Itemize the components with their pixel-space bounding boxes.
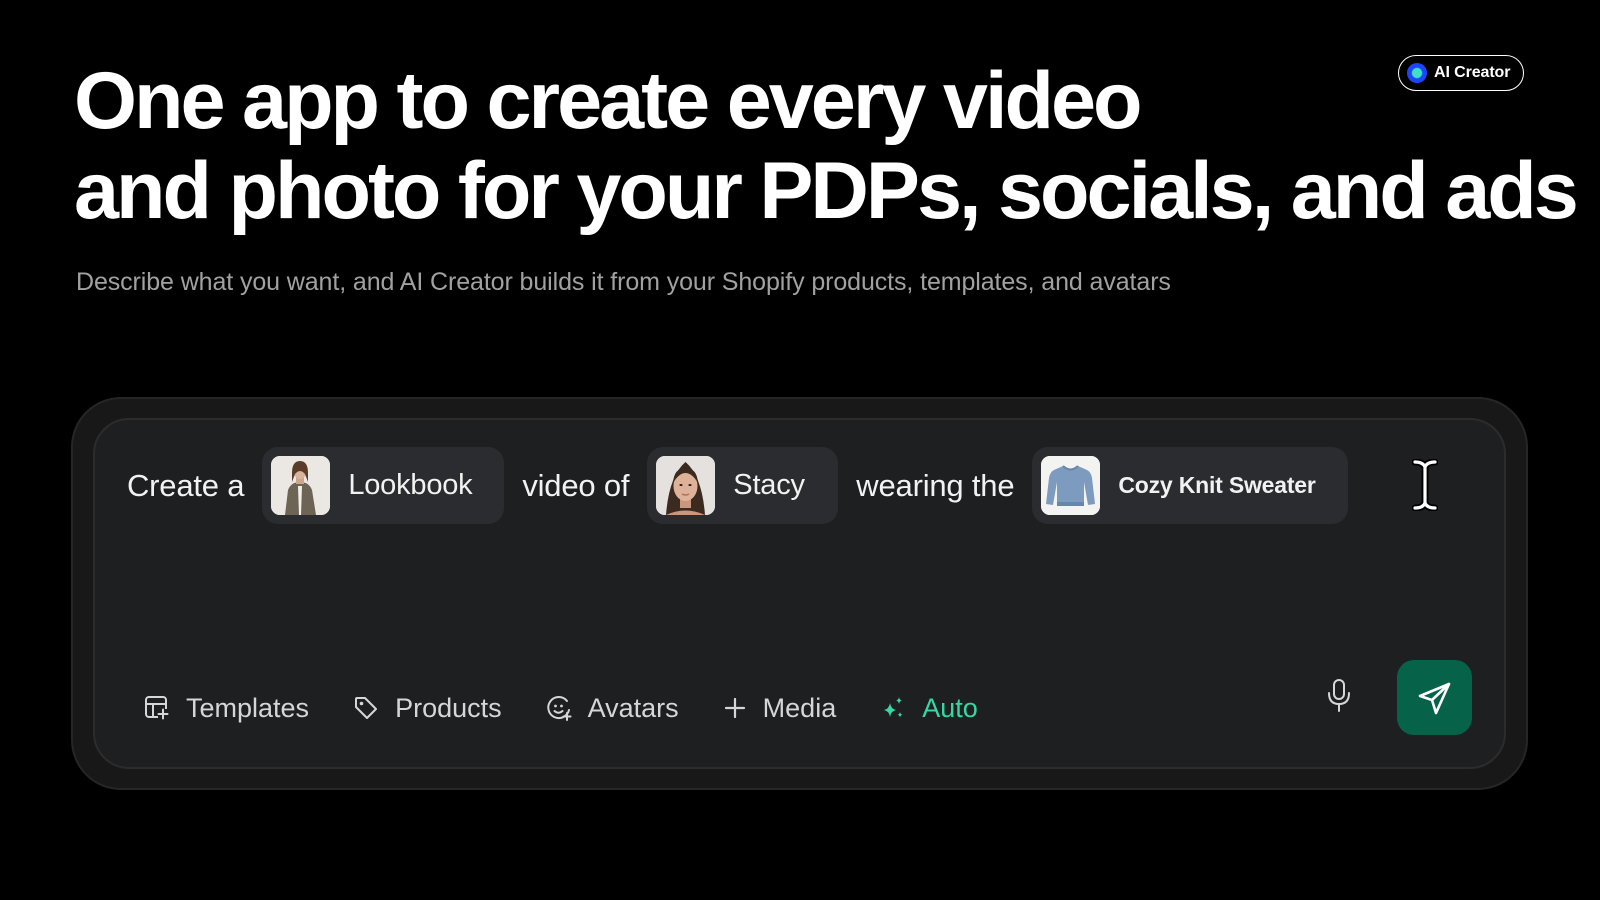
- templates-button[interactable]: Templates: [144, 693, 309, 724]
- media-label: Media: [762, 692, 837, 723]
- composer-toolbar: Templates Products Avatars Media Auto: [144, 690, 1022, 726]
- sparkles-icon: [884, 697, 903, 718]
- template-chip-label: Lookbook: [348, 469, 473, 501]
- tag-icon: [355, 697, 378, 719]
- prompt-input[interactable]: Create a Lookbook video of Stacy wearing…: [127, 447, 1349, 524]
- page-subheading: Describe what you want, and AI Creator b…: [76, 268, 1171, 296]
- stacy-avatar-thumbnail: [656, 456, 716, 515]
- send-icon: [1418, 682, 1450, 714]
- avatar-chip[interactable]: Stacy: [647, 447, 839, 524]
- template-chip[interactable]: Lookbook: [262, 447, 505, 524]
- auto-button[interactable]: Auto: [880, 693, 978, 724]
- page-headline: One app to create every video and photo …: [74, 56, 1579, 236]
- page: AI Creator One app to create every video…: [0, 0, 1600, 900]
- avatars-label: Avatars: [587, 692, 679, 723]
- lookbook-thumbnail: [271, 456, 331, 515]
- prompt-text: video of: [522, 467, 630, 503]
- headline-line-1: One app to create every video: [74, 56, 1142, 146]
- products-label: Products: [395, 692, 502, 723]
- send-button[interactable]: [1397, 660, 1472, 735]
- product-chip[interactable]: Cozy Knit Sweater: [1032, 447, 1349, 524]
- media-button[interactable]: Media: [723, 692, 837, 724]
- product-chip-label: Cozy Knit Sweater: [1118, 472, 1316, 498]
- avatars-button[interactable]: Avatars: [546, 693, 679, 724]
- prompt-text: Create a: [127, 467, 245, 503]
- sweater-product-thumbnail: [1041, 456, 1101, 515]
- templates-icon: [145, 696, 170, 721]
- plus-icon: [724, 697, 745, 719]
- products-button[interactable]: Products: [353, 693, 502, 724]
- avatar-chip-label: Stacy: [733, 469, 805, 501]
- text-cursor-icon: [1412, 459, 1438, 511]
- auto-label: Auto: [922, 692, 978, 723]
- avatar-icon: [546, 696, 572, 721]
- microphone-icon[interactable]: [1326, 678, 1352, 714]
- prompt-text: wearing the: [856, 467, 1015, 503]
- headline-line-2: and photo for your PDPs, socials, and ad…: [74, 146, 1579, 236]
- templates-label: Templates: [186, 692, 310, 723]
